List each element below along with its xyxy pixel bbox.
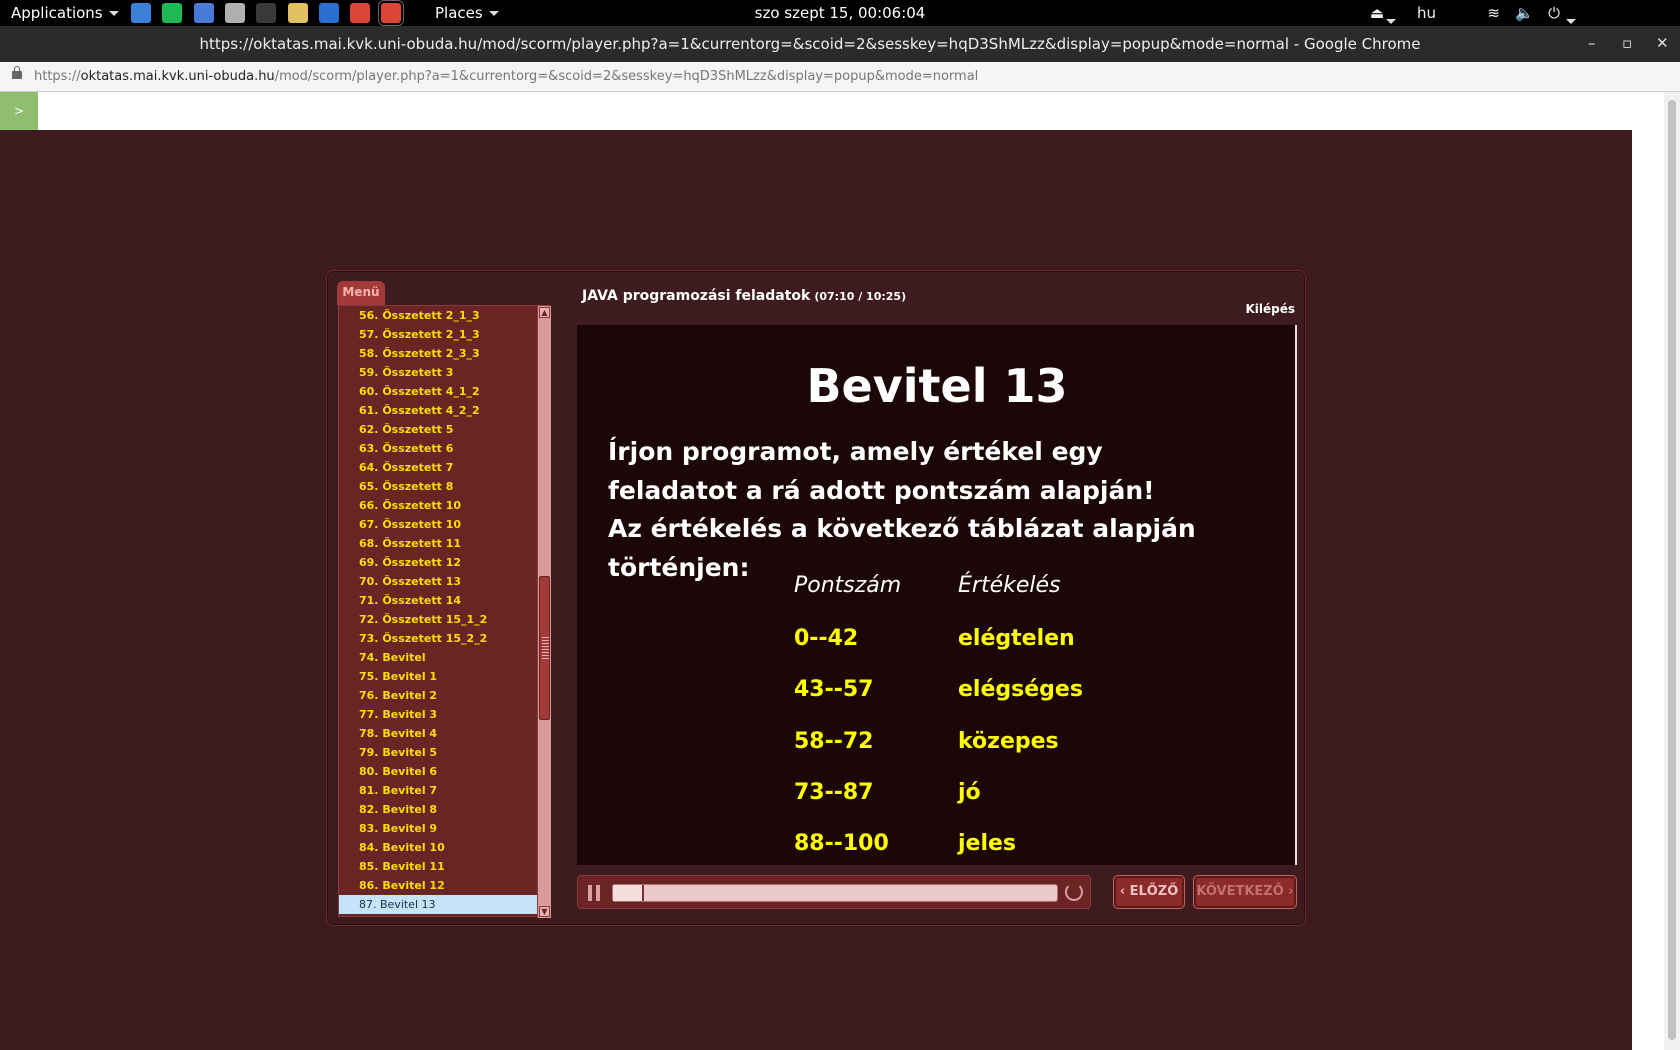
language-label: hu bbox=[1416, 4, 1436, 22]
table-cell: elégséges bbox=[958, 677, 1083, 702]
power-icon[interactable]: ⏻ bbox=[1548, 4, 1560, 22]
menu-item[interactable]: 87. Bevitel 13 bbox=[339, 895, 537, 914]
menu-item[interactable]: 60. Összetett 4_1_2 bbox=[339, 382, 537, 401]
scroll-down-icon[interactable]: ▼ bbox=[539, 906, 550, 917]
menu-item[interactable]: 79. Bevitel 5 bbox=[339, 743, 537, 762]
chevron-down-icon bbox=[1386, 19, 1396, 24]
page-content: > Menü 56. Összetett 2_1_3 57. Összetett … bbox=[0, 92, 1680, 1050]
menu-item[interactable]: 78. Bevitel 4 bbox=[339, 724, 537, 743]
progress-bar[interactable] bbox=[612, 884, 1058, 902]
table-cell: jó bbox=[958, 780, 981, 805]
previous-button[interactable]: ‹ ELŐZŐ bbox=[1113, 875, 1185, 909]
url-domain: oktatas.mai.kvk.uni-obuda.hu bbox=[80, 69, 275, 84]
slide-body-line: történjen: bbox=[608, 552, 750, 582]
table-cell: közepes bbox=[958, 729, 1059, 754]
menu-list: 56. Összetett 2_1_3 57. Összetett 2_1_3 58… bbox=[339, 306, 537, 918]
menu-item[interactable]: 67. Összetett 10 bbox=[339, 515, 537, 534]
maximize-button[interactable]: ▫ bbox=[1622, 34, 1632, 52]
gnome-top-bar: Applications Places szo szept 15, 00:06:… bbox=[0, 0, 1680, 34]
address-bar[interactable]: https://oktatas.mai.kvk.uni-obuda.hu/mod… bbox=[0, 62, 1680, 92]
menu-item[interactable]: 77. Bevitel 3 bbox=[339, 705, 537, 724]
table-cell: 73--87 bbox=[794, 780, 874, 805]
menu-item[interactable]: 82. Bevitel 8 bbox=[339, 800, 537, 819]
course-title: JAVA programozási feladatok (07:10 / 10:2… bbox=[582, 288, 906, 304]
menu-item[interactable]: 80. Bevitel 6 bbox=[339, 762, 537, 781]
menu-item[interactable]: 85. Bevitel 11 bbox=[339, 857, 537, 876]
menu-item[interactable]: 64. Összetett 7 bbox=[339, 458, 537, 477]
url-scheme: https:// bbox=[34, 69, 81, 84]
table-cell: jeles bbox=[958, 831, 1017, 856]
menu-item[interactable]: 81. Bevitel 7 bbox=[339, 781, 537, 800]
menu-item[interactable]: 56. Összetett 2_1_3 bbox=[339, 306, 537, 325]
table-cell: 58--72 bbox=[794, 729, 874, 754]
menu-item[interactable]: 83. Bevitel 9 bbox=[339, 819, 537, 838]
menu-item[interactable]: 66. Összetett 10 bbox=[339, 496, 537, 515]
slide-heading: Bevitel 13 bbox=[806, 359, 1068, 413]
table-cell: 0--42 bbox=[794, 626, 859, 651]
menu-item[interactable]: 68. Összetett 11 bbox=[339, 534, 537, 553]
progress-fill bbox=[613, 885, 645, 901]
window-title: https://oktatas.mai.kvk.uni-obuda.hu/mod… bbox=[199, 35, 1421, 53]
scrollbar-thumb[interactable] bbox=[1668, 100, 1676, 1040]
page-header-bar bbox=[0, 92, 1632, 130]
menu-item[interactable]: 74. Bevitel bbox=[339, 648, 537, 667]
table-cell: 43--57 bbox=[794, 677, 874, 702]
slide-body-line: feladatot a rá adott pontszám alapján! bbox=[608, 475, 1155, 505]
menu-item[interactable]: 58. Összetett 2_3_3 bbox=[339, 344, 537, 363]
slide-body-line: Az értékelés a következő táblázat alapjá… bbox=[608, 514, 1196, 543]
playback-controls bbox=[577, 875, 1091, 909]
menu-item[interactable]: 84. Bevitel 10 bbox=[339, 838, 537, 857]
menu-item[interactable]: 70. Összetett 13 bbox=[339, 572, 537, 591]
exit-link[interactable]: Kilépés bbox=[1245, 302, 1295, 316]
url-path: /mod/scorm/player.php?a=1&currentorg=&sc… bbox=[274, 69, 979, 84]
menu-scroll-thumb[interactable] bbox=[539, 576, 550, 720]
slide-area: Bevitel 13 Írjon programot, amely értéke… bbox=[577, 325, 1297, 865]
table-cell: 88--100 bbox=[794, 831, 889, 856]
menu-panel: 56. Összetett 2_1_3 57. Összetett 2_1_3 58… bbox=[338, 305, 551, 918]
scroll-up-icon[interactable]: ▲ bbox=[539, 307, 550, 318]
page-scrollbar[interactable] bbox=[1664, 92, 1680, 1050]
menu-toggle-button[interactable]: > bbox=[0, 92, 38, 130]
chevron-down-icon bbox=[1566, 19, 1576, 24]
slide-time: (07:10 / 10:25) bbox=[814, 290, 907, 303]
table-header-grade: Értékelés bbox=[958, 573, 1061, 598]
menu-tab[interactable]: Menü bbox=[337, 281, 385, 305]
close-button[interactable]: ✕ bbox=[1656, 34, 1669, 52]
menu-item[interactable]: 76. Bevitel 2 bbox=[339, 686, 537, 705]
menu-item[interactable]: 73. Összetett 15_2_2 bbox=[339, 629, 537, 648]
menu-item[interactable]: 65. Összetett 8 bbox=[339, 477, 537, 496]
volume-icon[interactable]: 🔈 bbox=[1515, 4, 1534, 22]
table-cell: elégtelen bbox=[958, 626, 1075, 651]
minimize-button[interactable]: – bbox=[1588, 34, 1596, 52]
lock-icon[interactable] bbox=[12, 66, 22, 79]
menu-item[interactable]: 59. Összetett 3 bbox=[339, 363, 537, 382]
window-titlebar: https://oktatas.mai.kvk.uni-obuda.hu/mod… bbox=[0, 26, 1680, 62]
menu-item[interactable]: 72. Összetett 15_1_2 bbox=[339, 610, 537, 629]
menu-item[interactable]: 61. Összetett 4_2_2 bbox=[339, 401, 537, 420]
menu-item[interactable]: 75. Bevitel 1 bbox=[339, 667, 537, 686]
next-button[interactable]: KÖVETKEZŐ › bbox=[1193, 875, 1297, 909]
scorm-player: Menü 56. Összetett 2_1_3 57. Összetett 2_… bbox=[326, 270, 1306, 926]
pause-icon[interactable] bbox=[588, 885, 602, 901]
menu-item[interactable]: 63. Összetett 6 bbox=[339, 439, 537, 458]
table-header-score: Pontszám bbox=[794, 573, 902, 598]
menu-item[interactable]: 69. Összetett 12 bbox=[339, 553, 537, 572]
url-text[interactable]: https://oktatas.mai.kvk.uni-obuda.hu/mod… bbox=[34, 69, 978, 84]
slide-body: Írjon programot, amely értékel egy felad… bbox=[608, 433, 1268, 587]
course-title-text: JAVA programozási feladatok bbox=[582, 288, 811, 304]
menu-scrollbar[interactable]: ▲ ▼ bbox=[537, 306, 551, 918]
menu-item[interactable]: 71. Összetett 14 bbox=[339, 591, 537, 610]
menu-item[interactable]: 62. Összetett 5 bbox=[339, 420, 537, 439]
wifi-icon[interactable]: ≋ bbox=[1487, 4, 1500, 22]
menu-item[interactable]: 57. Összetett 2_1_3 bbox=[339, 325, 537, 344]
menu-item[interactable]: 86. Bevitel 12 bbox=[339, 876, 537, 895]
slide-body-line: Írjon programot, amely értékel egy bbox=[608, 437, 1103, 466]
replay-icon[interactable] bbox=[1065, 883, 1083, 901]
